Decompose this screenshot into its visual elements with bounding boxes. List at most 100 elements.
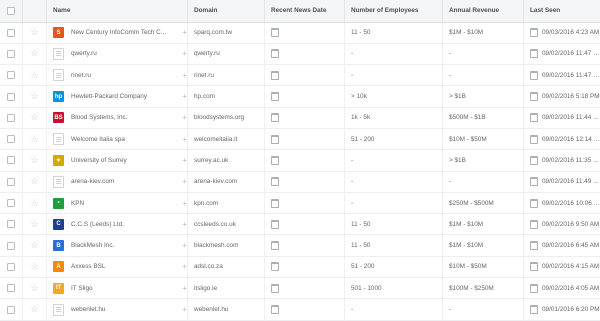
add-icon[interactable]: + xyxy=(182,28,187,37)
star-icon[interactable]: ☆ xyxy=(30,70,38,80)
row-star-cell[interactable]: ☆ xyxy=(23,22,47,43)
company-name-cell[interactable]: SNew Century InfoComm Tech C...+ xyxy=(47,22,188,43)
row-checkbox[interactable] xyxy=(7,306,15,314)
row-star-cell[interactable]: ☆ xyxy=(23,128,47,149)
add-icon[interactable]: + xyxy=(182,262,187,271)
company-name[interactable]: University of Surrey xyxy=(71,157,178,164)
row-checkbox[interactable] xyxy=(7,178,15,186)
company-name-cell[interactable]: BBlackMesh Inc.+ xyxy=(47,235,188,256)
company-name[interactable]: Hewlett-Packard Company xyxy=(71,93,178,100)
star-icon[interactable]: ☆ xyxy=(30,304,38,314)
add-icon[interactable]: + xyxy=(182,199,187,208)
row-select-cell[interactable] xyxy=(0,278,23,299)
column-header-news[interactable]: Recent News Date xyxy=(265,0,345,22)
table-row[interactable]: ☆BBlackMesh Inc.+blackmesh.com11 - 50$1M… xyxy=(0,235,600,256)
company-name-cell[interactable]: AAxxess BSL+ xyxy=(47,256,188,277)
add-icon[interactable]: + xyxy=(182,241,187,250)
table-row[interactable]: ☆hpHewlett-Packard Company+hp.com> 10k> … xyxy=(0,86,600,107)
add-icon[interactable]: + xyxy=(182,113,187,122)
company-name-cell[interactable]: ✦University of Surrey+ xyxy=(47,150,188,171)
add-icon[interactable]: + xyxy=(182,92,187,101)
row-select-cell[interactable] xyxy=(0,107,23,128)
star-icon[interactable]: ☆ xyxy=(30,198,38,208)
table-row[interactable]: ☆SNew Century InfoComm Tech C...+sparq.c… xyxy=(0,22,600,43)
row-checkbox[interactable] xyxy=(7,71,15,79)
star-icon[interactable]: ☆ xyxy=(30,91,38,101)
row-checkbox[interactable] xyxy=(7,199,15,207)
row-checkbox[interactable] xyxy=(7,156,15,164)
star-icon[interactable]: ☆ xyxy=(30,219,38,229)
row-star-cell[interactable]: ☆ xyxy=(23,86,47,107)
star-icon[interactable]: ☆ xyxy=(30,112,38,122)
row-checkbox[interactable] xyxy=(7,220,15,228)
column-header-employees[interactable]: Number of Employees xyxy=(345,0,443,22)
company-name-cell[interactable]: Welcome Italia spa+ xyxy=(47,128,188,149)
row-star-cell[interactable]: ☆ xyxy=(23,299,47,320)
row-checkbox[interactable] xyxy=(7,50,15,58)
row-select-cell[interactable] xyxy=(0,256,23,277)
row-checkbox[interactable] xyxy=(7,93,15,101)
add-icon[interactable]: + xyxy=(182,49,187,58)
company-name[interactable]: webenlet.hu xyxy=(71,306,178,313)
star-icon[interactable]: ☆ xyxy=(30,261,38,271)
company-name[interactable]: qwerty.ru xyxy=(71,50,178,57)
row-star-cell[interactable]: ☆ xyxy=(23,235,47,256)
row-star-cell[interactable]: ☆ xyxy=(23,192,47,213)
table-row[interactable]: ☆webenlet.hu+webenlet.hu--09/01/2016 6:2… xyxy=(0,299,600,320)
company-name[interactable]: Blood Systems, Inc. xyxy=(71,114,178,121)
table-row[interactable]: ☆✦University of Surrey+surrey.ac.uk-> $1… xyxy=(0,150,600,171)
row-star-cell[interactable]: ☆ xyxy=(23,256,47,277)
company-name-cell[interactable]: ITIT Sligo+ xyxy=(47,278,188,299)
row-star-cell[interactable]: ☆ xyxy=(23,214,47,235)
table-row[interactable]: ☆Welcome Italia spa+welcomeitalia.it51 -… xyxy=(0,128,600,149)
company-name-cell[interactable]: qwerty.ru + xyxy=(47,43,188,64)
table-row[interactable]: ☆CC.C.S (Leeds) Ltd.+ccsleeds.co.uk11 - … xyxy=(0,214,600,235)
table-row[interactable]: ☆qwerty.ru+qwerty.ru--09/02/2016 11:47 P… xyxy=(0,43,600,64)
star-icon[interactable]: ☆ xyxy=(30,283,38,293)
company-name[interactable]: IT Sligo xyxy=(71,285,178,292)
add-icon[interactable]: + xyxy=(182,284,187,293)
column-header-last-seen[interactable]: Last Seen xyxy=(524,0,600,22)
star-icon[interactable]: ☆ xyxy=(30,240,38,250)
table-row[interactable]: ☆AAxxess BSL+adsl.co.za51 - 200$10M - $5… xyxy=(0,256,600,277)
star-icon[interactable]: ☆ xyxy=(30,27,38,37)
company-name-cell[interactable]: webenlet.hu+ xyxy=(47,299,188,320)
row-select-cell[interactable] xyxy=(0,192,23,213)
company-name-cell[interactable]: CC.C.S (Leeds) Ltd.+ xyxy=(47,214,188,235)
row-select-cell[interactable] xyxy=(0,22,23,43)
table-row[interactable]: ☆rinet.ru+rinet.ru--09/02/2016 11:47 PM xyxy=(0,65,600,86)
company-name[interactable]: rinet.ru xyxy=(71,72,178,79)
company-name[interactable]: BlackMesh Inc. xyxy=(71,242,178,249)
row-checkbox[interactable] xyxy=(7,263,15,271)
star-icon[interactable]: ☆ xyxy=(30,134,38,144)
company-name[interactable]: arena-kiev.com xyxy=(71,178,178,185)
select-all-checkbox[interactable] xyxy=(7,7,15,15)
table-row[interactable]: ☆BSBlood Systems, Inc.+bloodsystems.org1… xyxy=(0,107,600,128)
star-icon[interactable]: ☆ xyxy=(30,155,38,165)
company-name-cell[interactable]: BSBlood Systems, Inc.+ xyxy=(47,107,188,128)
row-select-cell[interactable] xyxy=(0,235,23,256)
row-checkbox[interactable] xyxy=(7,242,15,250)
company-name[interactable]: C.C.S (Leeds) Ltd. xyxy=(71,221,178,228)
add-icon[interactable]: + xyxy=(182,177,187,186)
company-name-cell[interactable]: rinet.ru + xyxy=(47,65,188,86)
row-select-cell[interactable] xyxy=(0,65,23,86)
row-checkbox[interactable] xyxy=(7,135,15,143)
column-header-domain[interactable]: Domain xyxy=(188,0,265,22)
row-select-cell[interactable] xyxy=(0,171,23,192)
add-icon[interactable]: + xyxy=(182,156,187,165)
add-icon[interactable]: + xyxy=(182,71,187,80)
company-name-cell[interactable]: arena-kiev.com + xyxy=(47,171,188,192)
row-checkbox[interactable] xyxy=(7,29,15,37)
row-select-cell[interactable] xyxy=(0,128,23,149)
column-header-name[interactable]: Name xyxy=(47,0,188,22)
row-star-cell[interactable]: ☆ xyxy=(23,43,47,64)
table-row[interactable]: ☆ITIT Sligo+itsligo.ie501 - 1000$100M - … xyxy=(0,278,600,299)
company-name[interactable]: Axxess BSL xyxy=(71,263,178,270)
row-star-cell[interactable]: ☆ xyxy=(23,278,47,299)
row-star-cell[interactable]: ☆ xyxy=(23,107,47,128)
company-name[interactable]: Welcome Italia spa xyxy=(71,136,178,143)
row-select-cell[interactable] xyxy=(0,299,23,320)
row-star-cell[interactable]: ☆ xyxy=(23,150,47,171)
row-star-cell[interactable]: ☆ xyxy=(23,65,47,86)
